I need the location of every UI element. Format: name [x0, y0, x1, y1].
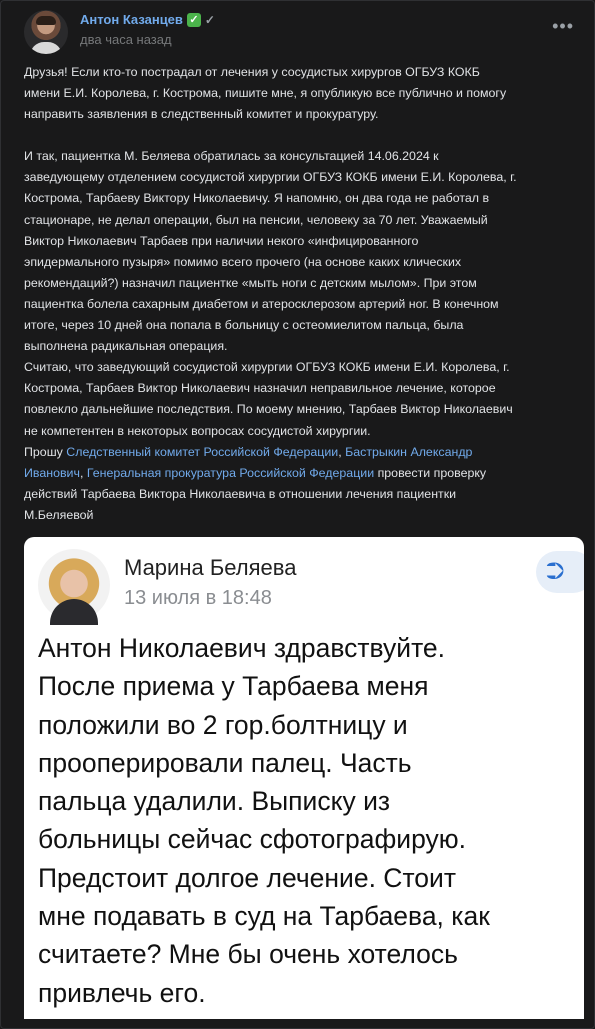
link-bastrykin[interactable]: Бастрыкин Александр — [345, 445, 472, 459]
p1-line: направить заявления в следственный комит… — [24, 107, 379, 122]
p3-line: повлекло дальнейшие последствия. По моем… — [24, 402, 513, 417]
message-date: 13 июля в 18:48 — [124, 587, 272, 609]
request-line-2: Иванович, Генеральная прокуратура Россий… — [24, 463, 572, 484]
request-line-4: М.Беляевой — [24, 507, 94, 522]
message-body: Антон Николаевич здравствуйте. После при… — [38, 629, 568, 1012]
p2-line: рекомендаций?) назначил пациентке «мыть … — [24, 275, 477, 290]
p2-line: итоге, через 10 дней она попала в больни… — [24, 318, 464, 333]
p2-line: стационаре, не делал операции, был на пе… — [24, 212, 488, 227]
p2-line: выполнена радикальная операция. — [24, 339, 228, 354]
request-suffix: провести проверку — [374, 465, 487, 480]
message-line: прооперировали палец. Часть — [38, 747, 412, 778]
p2-line: заведующему отделением сосудистой хирург… — [24, 170, 517, 185]
reply-arrow-icon: ⮊ — [536, 551, 584, 593]
p2-line: Кострома, Тарбаеву Виктору Николаевичу. … — [24, 191, 490, 206]
p2-line: пациентка болела сахарным диабетом и ате… — [24, 296, 499, 311]
link-investigative-committee[interactable]: Следственный комитет Российской Федераци… — [66, 445, 338, 459]
author-avatar[interactable] — [24, 10, 68, 54]
message-line: пальца удалили. Выписку из — [38, 786, 391, 817]
link-bastrykin-cont[interactable]: Иванович — [24, 466, 80, 480]
p1-line: имени Е.И. Королева, г. Кострома, пишите… — [24, 86, 507, 101]
post-header: Антон Казанцев ✓ ✓ два часа назад ••• — [24, 10, 574, 54]
p3-line: Кострома, Тарбаев Виктор Николаевич назн… — [24, 381, 496, 396]
author-name-row[interactable]: Антон Казанцев ✓ ✓ — [80, 12, 215, 27]
p2-line: Виктор Николаевич Тарбаев при наличии не… — [24, 233, 419, 248]
p2-line: И так, пациентка М. Беляева обратилась з… — [24, 149, 439, 164]
p3-line: не компетентен в некоторых вопросах сосу… — [24, 423, 371, 438]
author-name[interactable]: Антон Казанцев — [80, 12, 183, 27]
verified-icon: ✓ — [204, 12, 215, 27]
post-time[interactable]: два часа назад — [80, 32, 172, 47]
request-prefix: Прошу — [24, 444, 67, 459]
post-text: Друзья! Если кто-то пострадал от лечения… — [24, 62, 572, 526]
p2-line: эпидермального пузыря» помимо всего проч… — [24, 254, 462, 269]
message-line: мне подавать в суд на Тарбаева, как — [38, 901, 490, 932]
message-line: привлечь его. — [38, 977, 206, 1008]
sender-name: Марина Беляева — [124, 555, 297, 580]
p3-line: Считаю, что заведующий сосудистой хирург… — [24, 360, 510, 375]
message-line: После приема у Тарбаева меня — [38, 671, 429, 702]
link-prosecutor-general[interactable]: Генеральная прокуратура Российской Федер… — [87, 466, 374, 480]
p1-line: Друзья! Если кто-то пострадал от лечения… — [24, 65, 480, 79]
message-line: Антон Николаевич здравствуйте. — [38, 633, 446, 663]
check-mark-emoji-icon: ✓ — [186, 12, 201, 27]
more-options-icon[interactable]: ••• — [552, 16, 574, 37]
message-line: Предстоит долгое лечение. Стоит — [38, 862, 456, 893]
message-line: больницы сейчас сфотографирую. — [38, 824, 467, 855]
message-line: положили во 2 гор.болтницу и — [38, 709, 408, 740]
attached-screenshot[interactable]: Марина Беляева 13 июля в 18:48 ⮊ Антон Н… — [24, 537, 584, 1019]
request-line-3: действий Тарбаева Виктора Николаевича в … — [24, 486, 457, 501]
sender-avatar — [38, 549, 110, 625]
separator: , — [79, 465, 87, 480]
message-line: считаете? Мне бы очень хотелось — [38, 939, 458, 970]
request-line-1: Прошу Следственный комитет Российской Фе… — [24, 442, 572, 463]
